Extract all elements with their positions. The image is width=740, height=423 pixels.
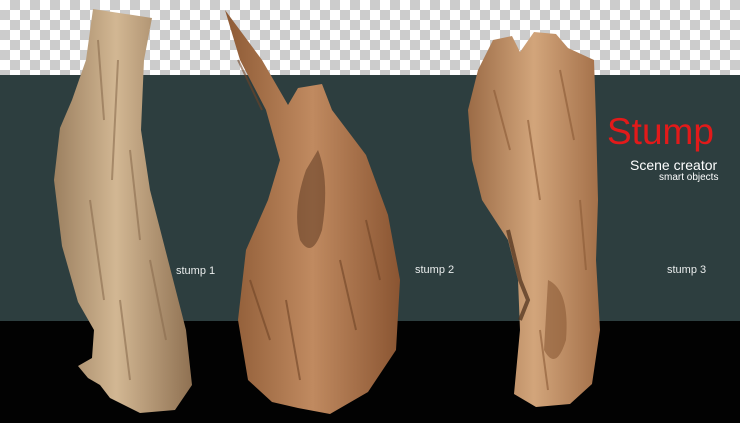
stump-1-image: [54, 9, 192, 413]
stump-3-image: [468, 32, 600, 407]
stump-3-caption: stump 3: [667, 264, 707, 276]
product-tagline: smart objects: [659, 172, 719, 183]
product-title: Stump: [607, 111, 714, 152]
stump-2-caption: stump 2: [415, 264, 455, 276]
product-preview: stump 1 stump 2 stump 3 Stump Scene crea…: [0, 0, 740, 423]
stump-1-caption: stump 1: [176, 265, 216, 277]
stump-2-image: [225, 10, 400, 414]
stump-illustrations: [54, 9, 600, 414]
product-subtitle: Scene creator: [630, 157, 718, 173]
